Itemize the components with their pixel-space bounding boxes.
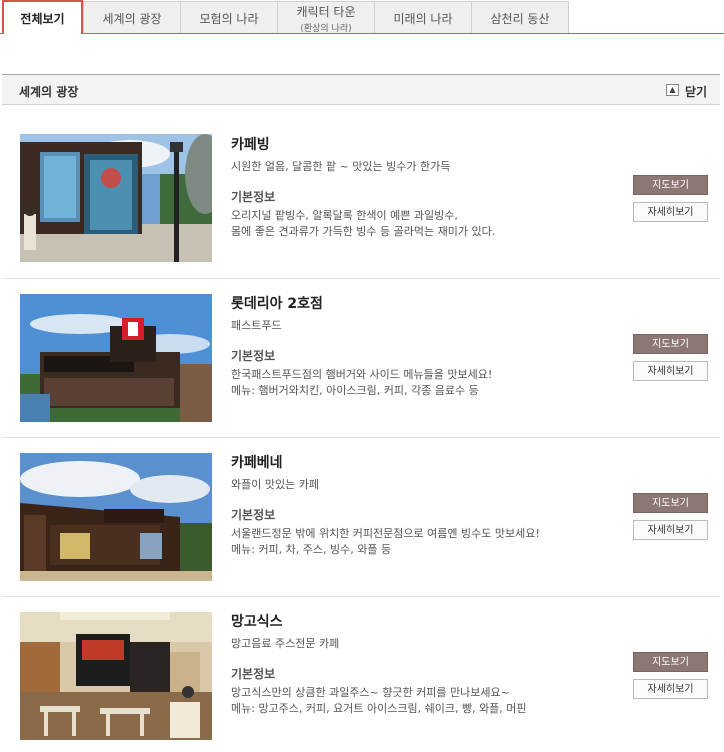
info-line: 메뉴: 망고주스, 커피, 요거트 아이스크림, 쉐이크, 빵, 와플, 머핀 bbox=[231, 702, 527, 715]
list-item: 롯데리아 2호점 패스트푸드 기본정보 한국패스트푸드점의 햄버거와 사이드 메… bbox=[2, 279, 720, 438]
item-name: 망고식스 bbox=[231, 614, 283, 630]
info-line: 메뉴: 햄버거와치킨, 아이스크림, 커피, 각종 음료수 등 bbox=[231, 384, 479, 397]
detail-view-button[interactable]: 자세히보기 bbox=[633, 679, 708, 699]
info-line: 메뉴: 커피, 차, 주스, 빙수, 와플 등 bbox=[231, 543, 392, 556]
tab-all-label: 전체보기 bbox=[20, 11, 65, 26]
item-name: 카페베네 bbox=[231, 455, 283, 471]
tab-character-town[interactable]: 캐릭터 타운 (환상의 나라) bbox=[277, 1, 375, 34]
lotteria-photo bbox=[20, 294, 212, 422]
mango-six-photo bbox=[20, 612, 212, 740]
list-item: 카페빙 시원한 얼음, 달콤한 팥 ~ 맛있는 빙수가 한가득 기본정보 오리지… bbox=[2, 120, 720, 279]
tab-underline bbox=[0, 33, 724, 34]
tab-world-plaza[interactable]: 세계의 광장 bbox=[83, 1, 181, 34]
map-view-button[interactable]: 지도보기 bbox=[633, 175, 708, 195]
tab-bar: 전체보기 세계의 광장 모험의 나라 캐릭터 타운 (환상의 나라) 미래의 나… bbox=[0, 0, 724, 34]
map-view-button[interactable]: 지도보기 bbox=[633, 493, 708, 513]
section-title: 세계의 광장 bbox=[19, 85, 79, 99]
detail-view-button[interactable]: 자세히보기 bbox=[633, 361, 708, 381]
info-heading: 기본정보 bbox=[231, 667, 276, 681]
tab-future-land-label: 미래의 나라 bbox=[393, 11, 453, 26]
tab-samcheonri-garden[interactable]: 삼천리 동산 bbox=[471, 1, 569, 34]
info-heading: 기본정보 bbox=[231, 190, 276, 204]
tab-future-land[interactable]: 미래의 나라 bbox=[374, 1, 472, 34]
item-description: 망고음료 주스전문 카페 bbox=[231, 637, 340, 650]
info-line: 몸에 좋은 견과류가 가득한 빙수 등 골라먹는 재미가 있다. bbox=[231, 225, 496, 238]
item-name: 카페빙 bbox=[231, 137, 270, 153]
detail-view-button[interactable]: 자세히보기 bbox=[633, 202, 708, 222]
collapse-icon[interactable]: ▲ bbox=[666, 84, 679, 96]
item-description: 시원한 얼음, 달콤한 팥 ~ 맛있는 빙수가 한가득 bbox=[231, 160, 451, 173]
info-line: 오리지널 팥빙수, 알록달록 한색이 예쁜 과일빙수, bbox=[231, 209, 458, 222]
tab-character-town-sublabel: (환상의 나라) bbox=[300, 23, 352, 34]
list-item: 망고식스 망고음료 주스전문 카페 기본정보 망고식스만의 상큼한 과일주스~ … bbox=[2, 597, 720, 752]
section-header: 세계의 광장 ▲ 닫기 bbox=[2, 74, 720, 105]
list-item: 카페베네 와플이 맛있는 카페 기본정보 서울랜드정문 밖에 위치한 커피전문점… bbox=[2, 438, 720, 597]
cafe-bing-photo bbox=[20, 134, 212, 262]
tab-adventure-land[interactable]: 모험의 나라 bbox=[180, 1, 278, 34]
info-heading: 기본정보 bbox=[231, 349, 276, 363]
caffe-bene-photo bbox=[20, 453, 212, 581]
item-description: 패스트푸드 bbox=[231, 319, 282, 332]
info-line: 한국패스트푸드점의 햄버거와 사이드 메뉴들을 맛보세요! bbox=[231, 368, 493, 381]
info-heading: 기본정보 bbox=[231, 508, 276, 522]
map-view-button[interactable]: 지도보기 bbox=[633, 652, 708, 672]
tab-samcheonri-garden-label: 삼천리 동산 bbox=[490, 11, 550, 26]
tab-character-town-label: 캐릭터 타운 bbox=[296, 4, 356, 19]
collapse-button[interactable]: 닫기 bbox=[685, 83, 707, 100]
info-line: 서울랜드정문 밖에 위치한 커피전문점으로 여름엔 빙수도 맛보세요! bbox=[231, 527, 540, 540]
info-line: 망고식스만의 상큼한 과일주스~ 향긋한 커피를 만나보세요~ bbox=[231, 686, 510, 699]
detail-view-button[interactable]: 자세히보기 bbox=[633, 520, 708, 540]
tab-all[interactable]: 전체보기 bbox=[2, 0, 83, 34]
tab-adventure-land-label: 모험의 나라 bbox=[199, 11, 259, 26]
item-description: 와플이 맛있는 카페 bbox=[231, 478, 319, 491]
tab-world-plaza-label: 세계의 광장 bbox=[102, 11, 162, 26]
map-view-button[interactable]: 지도보기 bbox=[633, 334, 708, 354]
item-name: 롯데리아 2호점 bbox=[231, 296, 323, 312]
